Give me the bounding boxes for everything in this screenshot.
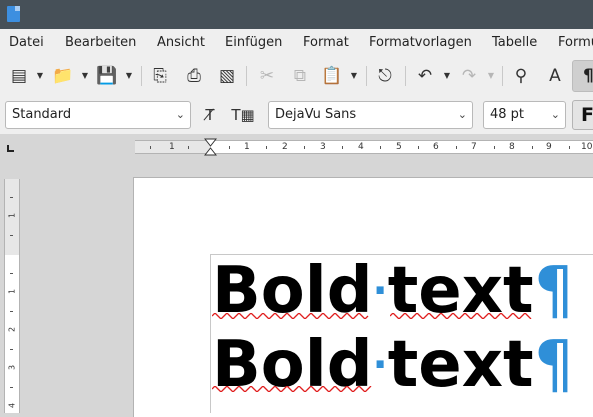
copy-icon[interactable]: ⧉: [289, 64, 311, 88]
formatting-marks-toggle-icon[interactable]: ¶: [572, 60, 593, 92]
save-dropdown-icon[interactable]: ▼: [124, 64, 134, 88]
redo-dropdown-icon[interactable]: ▼: [486, 64, 496, 88]
ruler-number: 8: [509, 142, 515, 152]
cut-icon[interactable]: ✂: [256, 64, 278, 88]
ruler-number: 5: [396, 142, 402, 152]
paragraph-style-value: Standard: [12, 107, 72, 122]
undo-icon[interactable]: ↶: [414, 64, 436, 88]
ruler-tick: [304, 146, 305, 149]
title-bar: [0, 0, 593, 29]
ruler-tick: [10, 273, 13, 274]
open-dropdown-icon[interactable]: ▼: [80, 64, 90, 88]
vertical-ruler[interactable]: 1 1 2 3 4: [4, 179, 20, 413]
paragraph-style-combo[interactable]: Standard ⌄: [5, 101, 191, 129]
separator: [141, 66, 142, 86]
indent-marker-icon[interactable]: [204, 138, 217, 156]
spelling-icon[interactable]: A: [544, 64, 566, 88]
ruler-number: 2: [282, 142, 288, 152]
ruler-number: 6: [433, 142, 439, 152]
font-size-combo[interactable]: 48 pt ⌄: [483, 101, 566, 129]
chevron-down-icon[interactable]: ⌄: [551, 102, 560, 128]
spellcheck-underline: [212, 386, 372, 392]
ruler-tick: [266, 146, 267, 149]
ruler-tick: [380, 146, 381, 149]
ruler-tick: [10, 387, 13, 388]
new-dropdown-icon[interactable]: ▼: [35, 64, 45, 88]
ruler-number: 1: [7, 288, 17, 295]
ruler-tick: [10, 197, 13, 198]
menu-formatvorlagen[interactable]: Formatvorlagen: [369, 35, 472, 50]
menu-format[interactable]: Format: [303, 35, 349, 50]
redo-icon[interactable]: ↷: [458, 64, 480, 88]
new-document-icon[interactable]: ▤: [8, 64, 30, 88]
ruler-number: 4: [358, 142, 364, 152]
paste-icon[interactable]: 📋: [321, 64, 343, 88]
print-icon[interactable]: ⎙: [183, 64, 205, 88]
ruler-number: 1: [169, 142, 175, 152]
menu-bar: Datei Bearbeiten Ansicht Einfügen Format…: [0, 29, 593, 56]
ruler-number: 3: [7, 364, 17, 371]
spellcheck-underline: [212, 313, 369, 319]
undo-dropdown-icon[interactable]: ▼: [442, 64, 452, 88]
ruler-number: 4: [7, 402, 17, 409]
ruler-tick: [229, 146, 230, 149]
ruler-tick: [150, 146, 151, 149]
paragraph-mark: ¶: [533, 328, 575, 402]
ruler-number: 3: [320, 142, 326, 152]
menu-datei[interactable]: Datei: [9, 35, 44, 50]
ruler-number: 2: [7, 326, 17, 333]
ruler-number: 1: [7, 212, 17, 219]
paste-dropdown-icon[interactable]: ▼: [349, 64, 359, 88]
menu-einfuegen[interactable]: Einfügen: [225, 35, 282, 50]
menu-formular[interactable]: Formu: [558, 35, 593, 50]
ruler-tick: [532, 146, 533, 149]
ruler-tick: [10, 235, 13, 236]
spellcheck-underline: [390, 313, 532, 319]
space-mark: ·: [372, 342, 388, 388]
update-style-icon[interactable]: T̸: [198, 102, 222, 128]
open-folder-icon[interactable]: 📁: [52, 64, 74, 88]
ruler-tick: [569, 146, 570, 149]
writer-document-icon: [7, 6, 20, 22]
standard-toolbar: ▤ ▼ 📁 ▼ 💾 ▼ ⎘ ⎙ ▧ ✂ ⧉ 📋 ▼ ⎋ ↶ ▼ ↷ ▼ ⚲ A …: [0, 56, 593, 96]
ruler-tick: [10, 311, 13, 312]
clone-formatting-icon[interactable]: ⎋: [374, 64, 396, 88]
find-replace-icon[interactable]: ⚲: [510, 64, 532, 88]
separator: [366, 66, 367, 86]
ruler-number: 9: [546, 142, 552, 152]
ruler-tick: [342, 146, 343, 149]
menu-tabelle[interactable]: Tabelle: [492, 35, 537, 50]
tab-stop-selector-icon[interactable]: [7, 145, 14, 152]
separator: [502, 66, 503, 86]
chevron-down-icon[interactable]: ⌄: [458, 102, 467, 128]
bold-button[interactable]: F: [572, 100, 593, 130]
chevron-down-icon[interactable]: ⌄: [176, 102, 185, 128]
separator: [405, 66, 406, 86]
font-name-value: DejaVu Sans: [275, 107, 357, 122]
ruler-tick: [10, 349, 13, 350]
font-size-value: 48 pt: [490, 107, 525, 122]
ruler-tick: [188, 146, 189, 149]
ruler-number: 1: [244, 142, 250, 152]
word: text: [387, 328, 534, 402]
new-style-icon[interactable]: T▦: [231, 102, 255, 128]
export-pdf-icon[interactable]: ⎘: [149, 64, 171, 88]
print-preview-icon[interactable]: ▧: [216, 64, 238, 88]
ruler-tick: [418, 146, 419, 149]
ruler-number: 7: [471, 142, 477, 152]
separator: [246, 66, 247, 86]
menu-ansicht[interactable]: Ansicht: [157, 35, 205, 50]
formatting-toolbar: Standard ⌄ T̸ T▦ DejaVu Sans ⌄ 48 pt ⌄ F: [0, 96, 593, 134]
menu-bearbeiten[interactable]: Bearbeiten: [65, 35, 136, 50]
ruler-tick: [494, 146, 495, 149]
ruler-number: 10: [581, 142, 593, 152]
space-mark: ·: [372, 268, 388, 314]
font-name-combo[interactable]: DejaVu Sans ⌄: [268, 101, 473, 129]
ruler-tick: [456, 146, 457, 149]
save-icon[interactable]: 💾: [96, 64, 118, 88]
paragraph-mark: ¶: [533, 254, 575, 328]
